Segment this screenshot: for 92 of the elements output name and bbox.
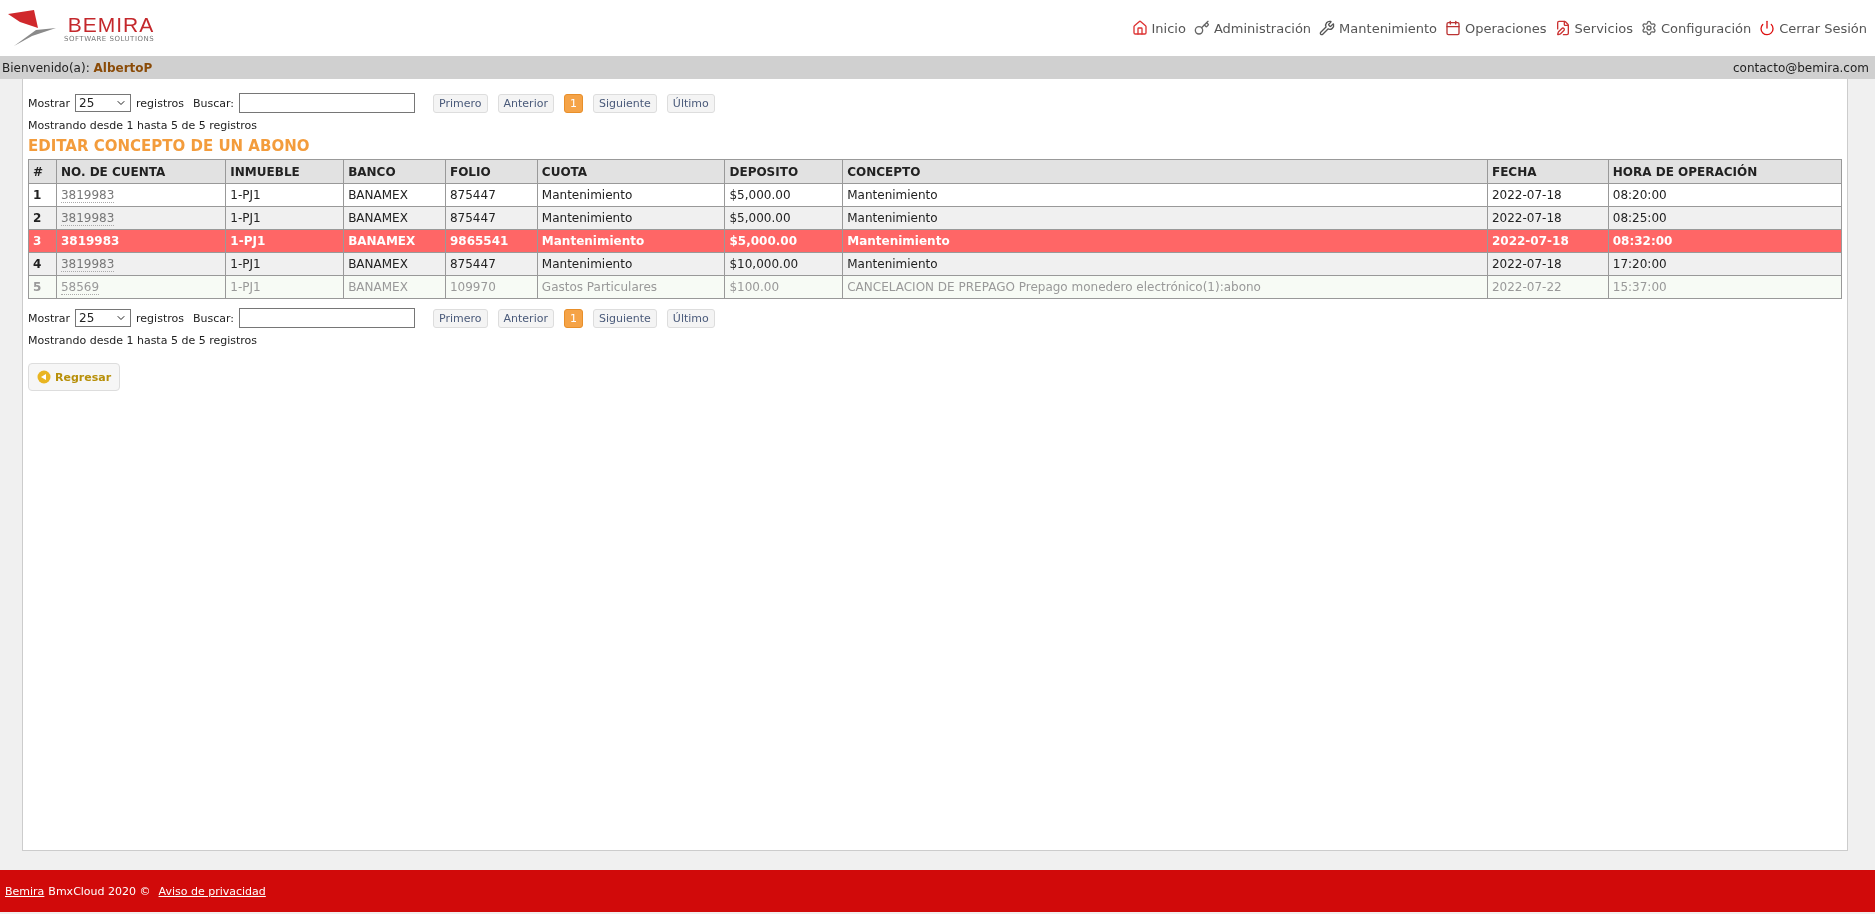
pager-button[interactable]: Siguiente <box>592 93 657 113</box>
table-cell: 1-PJ1 <box>225 183 344 207</box>
pager-button[interactable]: Anterior <box>497 308 554 328</box>
nav-link[interactable]: Inicio <box>1131 20 1186 36</box>
search-label: Buscar: <box>192 311 234 325</box>
wrench-icon <box>1319 20 1336 36</box>
table-cell: 2022-07-18 <box>1487 206 1609 230</box>
table-cell: Mantenimiento <box>537 183 725 207</box>
table-cell: 4 <box>28 252 57 276</box>
search-field[interactable] <box>239 93 415 113</box>
show-label: Mostrar <box>28 311 71 325</box>
page-size-select[interactable]: 25 <box>75 309 132 327</box>
table-cell: Mantenimiento <box>537 229 725 253</box>
table-cell: 1-PJ1 <box>225 275 344 299</box>
page-size-select[interactable]: 25 <box>75 94 132 112</box>
table-cell: Gastos Particulares <box>537 275 725 299</box>
table-cell: Mantenimiento <box>842 206 1488 230</box>
settings-icon <box>1640 20 1657 36</box>
nav-link[interactable]: Operaciones <box>1445 20 1547 36</box>
table-cell: 58569 <box>56 275 226 299</box>
records-info: Mostrando desde 1 hasta 5 de 5 registros <box>28 334 259 347</box>
table-cell: 2022-07-18 <box>1487 183 1609 207</box>
column-header: BANCO <box>343 159 446 184</box>
key-icon <box>1193 20 1210 36</box>
table-cell: $5,000.00 <box>724 206 843 230</box>
table-cell: 15:37:00 <box>1608 275 1842 299</box>
table-cell: 08:32:00 <box>1608 229 1842 253</box>
column-header: CUOTA <box>537 159 725 184</box>
nav-link[interactable]: Configuración <box>1640 20 1752 36</box>
column-header: # <box>28 159 57 184</box>
calendar-icon <box>1445 20 1462 36</box>
records-info: Mostrando desde 1 hasta 5 de 5 registros <box>28 119 259 132</box>
column-header: CONCEPTO <box>842 159 1488 184</box>
nav-link[interactable]: Administración <box>1193 20 1312 36</box>
search-field[interactable] <box>239 308 415 328</box>
contact-email: contacto@bemira.com <box>1733 60 1869 75</box>
table-cell: 3 <box>28 229 57 253</box>
pager-button[interactable]: Anterior <box>497 93 554 113</box>
nav-link[interactable]: Mantenimiento <box>1319 20 1438 36</box>
table-cell: $5,000.00 <box>724 183 843 207</box>
pager-button[interactable]: Siguiente <box>592 308 657 328</box>
table-cell: 2022-07-18 <box>1487 229 1609 253</box>
column-header: NO. DE CUENTA <box>56 159 226 184</box>
nav-link[interactable]: Cerrar Sesión <box>1759 20 1867 36</box>
welcome-text: Bienvenido(a): AlbertoP <box>2 60 153 75</box>
column-header: INMUEBLE <box>225 159 344 184</box>
table-cell: 2022-07-22 <box>1487 275 1609 299</box>
show-label: Mostrar <box>28 96 71 110</box>
power-icon <box>1759 20 1776 36</box>
table-cell: $5,000.00 <box>724 229 843 253</box>
nav-link[interactable]: Servicios <box>1554 20 1633 36</box>
table-cell: 1-PJ1 <box>225 229 344 253</box>
table-cell: 5 <box>28 275 57 299</box>
table-cell: Mantenimiento <box>842 252 1488 276</box>
pager-button[interactable]: Primero <box>433 93 488 113</box>
pager-button[interactable]: Último <box>666 308 715 328</box>
pager-button[interactable]: Primero <box>433 308 488 328</box>
document-icon <box>1554 20 1571 36</box>
table-cell: Mantenimiento <box>842 183 1488 207</box>
records-label: registros <box>136 311 184 325</box>
column-header: FOLIO <box>445 159 538 184</box>
table-cell: 2 <box>28 206 57 230</box>
table-cell: 3819983 <box>56 206 226 230</box>
column-header: HORA DE OPERACIÓN <box>1608 159 1842 184</box>
search-label: Buscar: <box>192 96 234 110</box>
table-cell: $100.00 <box>724 275 843 299</box>
table-cell: 3819983 <box>56 252 226 276</box>
table-cell: 2022-07-18 <box>1487 252 1609 276</box>
table-cell: 1 <box>28 183 57 207</box>
table-cell: 08:25:00 <box>1608 206 1842 230</box>
logo-text: BEMIRA <box>67 13 155 35</box>
table-cell: Mantenimiento <box>537 252 725 276</box>
home-icon <box>1131 20 1148 36</box>
table-cell: 3819983 <box>56 229 226 253</box>
table-cell: 1-PJ1 <box>225 206 344 230</box>
column-header: DEPOSITO <box>724 159 843 184</box>
table-cell: CANCELACION DE PREPAGO Prepago monedero electrónico(1):abono <box>842 275 1488 299</box>
column-header: FECHA <box>1487 159 1609 184</box>
table-cell: 08:20:00 <box>1608 183 1842 207</box>
table-cell: Mantenimiento <box>842 229 1488 253</box>
page-title: EDITAR CONCEPTO DE UN ABONO <box>28 137 311 155</box>
table-cell: 3819983 <box>56 183 226 207</box>
table-cell: Mantenimiento <box>537 206 725 230</box>
table-cell: $10,000.00 <box>724 252 843 276</box>
back-icon <box>37 370 51 384</box>
records-label: registros <box>136 96 184 110</box>
pager-button[interactable]: Último <box>666 93 715 113</box>
table-cell: 1-PJ1 <box>225 252 344 276</box>
table-cell: 17:20:00 <box>1608 252 1842 276</box>
privacy-link[interactable]: Aviso de privacidad <box>158 884 266 898</box>
copyright-text: BmxCloud 2020 © <box>48 884 151 898</box>
company-link[interactable]: Bemira <box>5 884 45 898</box>
